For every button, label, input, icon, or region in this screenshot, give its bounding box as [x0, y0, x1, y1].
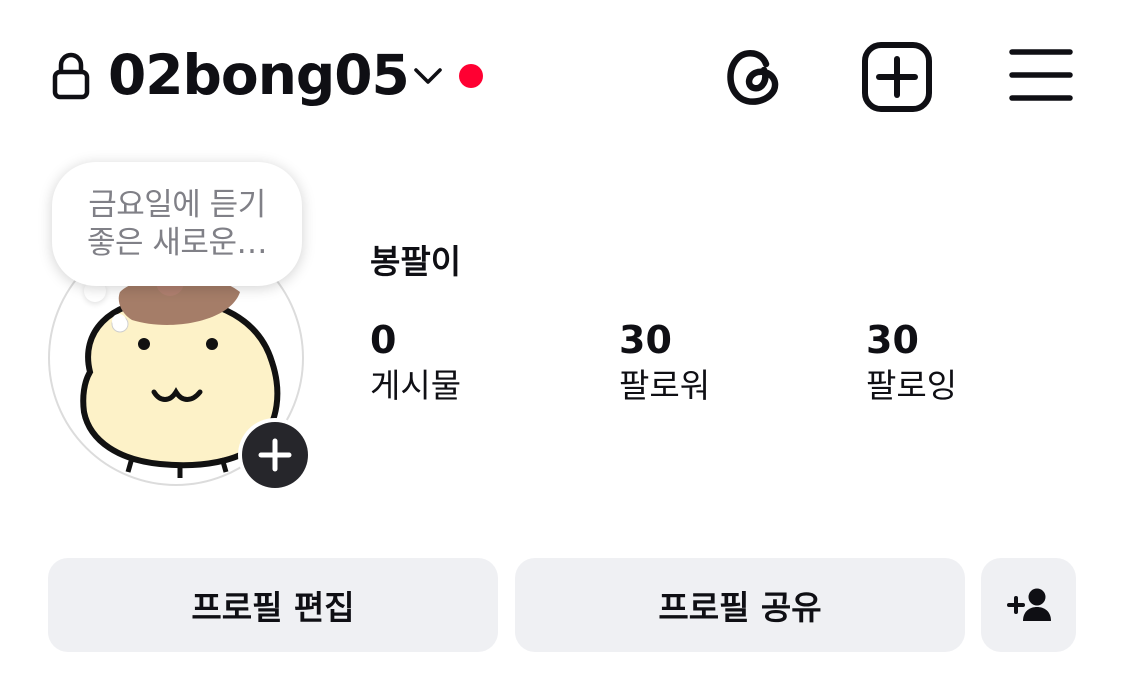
- note-text: 금요일에 듣기 좋은 새로운…: [52, 186, 302, 262]
- add-story-button[interactable]: [238, 418, 312, 492]
- chevron-down-icon[interactable]: [412, 64, 444, 88]
- posts-count[interactable]: 0: [370, 318, 396, 362]
- following-count[interactable]: 30: [866, 318, 919, 362]
- threads-icon[interactable]: [716, 40, 788, 112]
- edit-profile-button[interactable]: 프로필 편집: [48, 558, 498, 652]
- create-post-icon[interactable]: [860, 40, 934, 114]
- share-profile-button[interactable]: 프로필 공유: [515, 558, 965, 652]
- plus-icon: [258, 438, 292, 472]
- posts-label[interactable]: 게시물: [370, 366, 461, 406]
- lock-icon: [52, 52, 90, 100]
- add-person-icon: [1006, 588, 1051, 621]
- notification-dot: [459, 64, 483, 88]
- add-person-button[interactable]: [981, 558, 1076, 652]
- menu-icon[interactable]: [1006, 44, 1076, 106]
- note-text-line1: 금요일에 듣기: [88, 187, 266, 223]
- note-bubble-tail-small: [112, 314, 126, 328]
- display-name: 봉팔이: [370, 242, 462, 281]
- note-text-line2: 좋은 새로운…: [87, 225, 267, 261]
- followers-label[interactable]: 팔로워: [619, 366, 710, 406]
- account-username[interactable]: 02bong05: [108, 40, 410, 110]
- following-label[interactable]: 팔로잉: [866, 366, 957, 406]
- followers-count[interactable]: 30: [619, 318, 672, 362]
